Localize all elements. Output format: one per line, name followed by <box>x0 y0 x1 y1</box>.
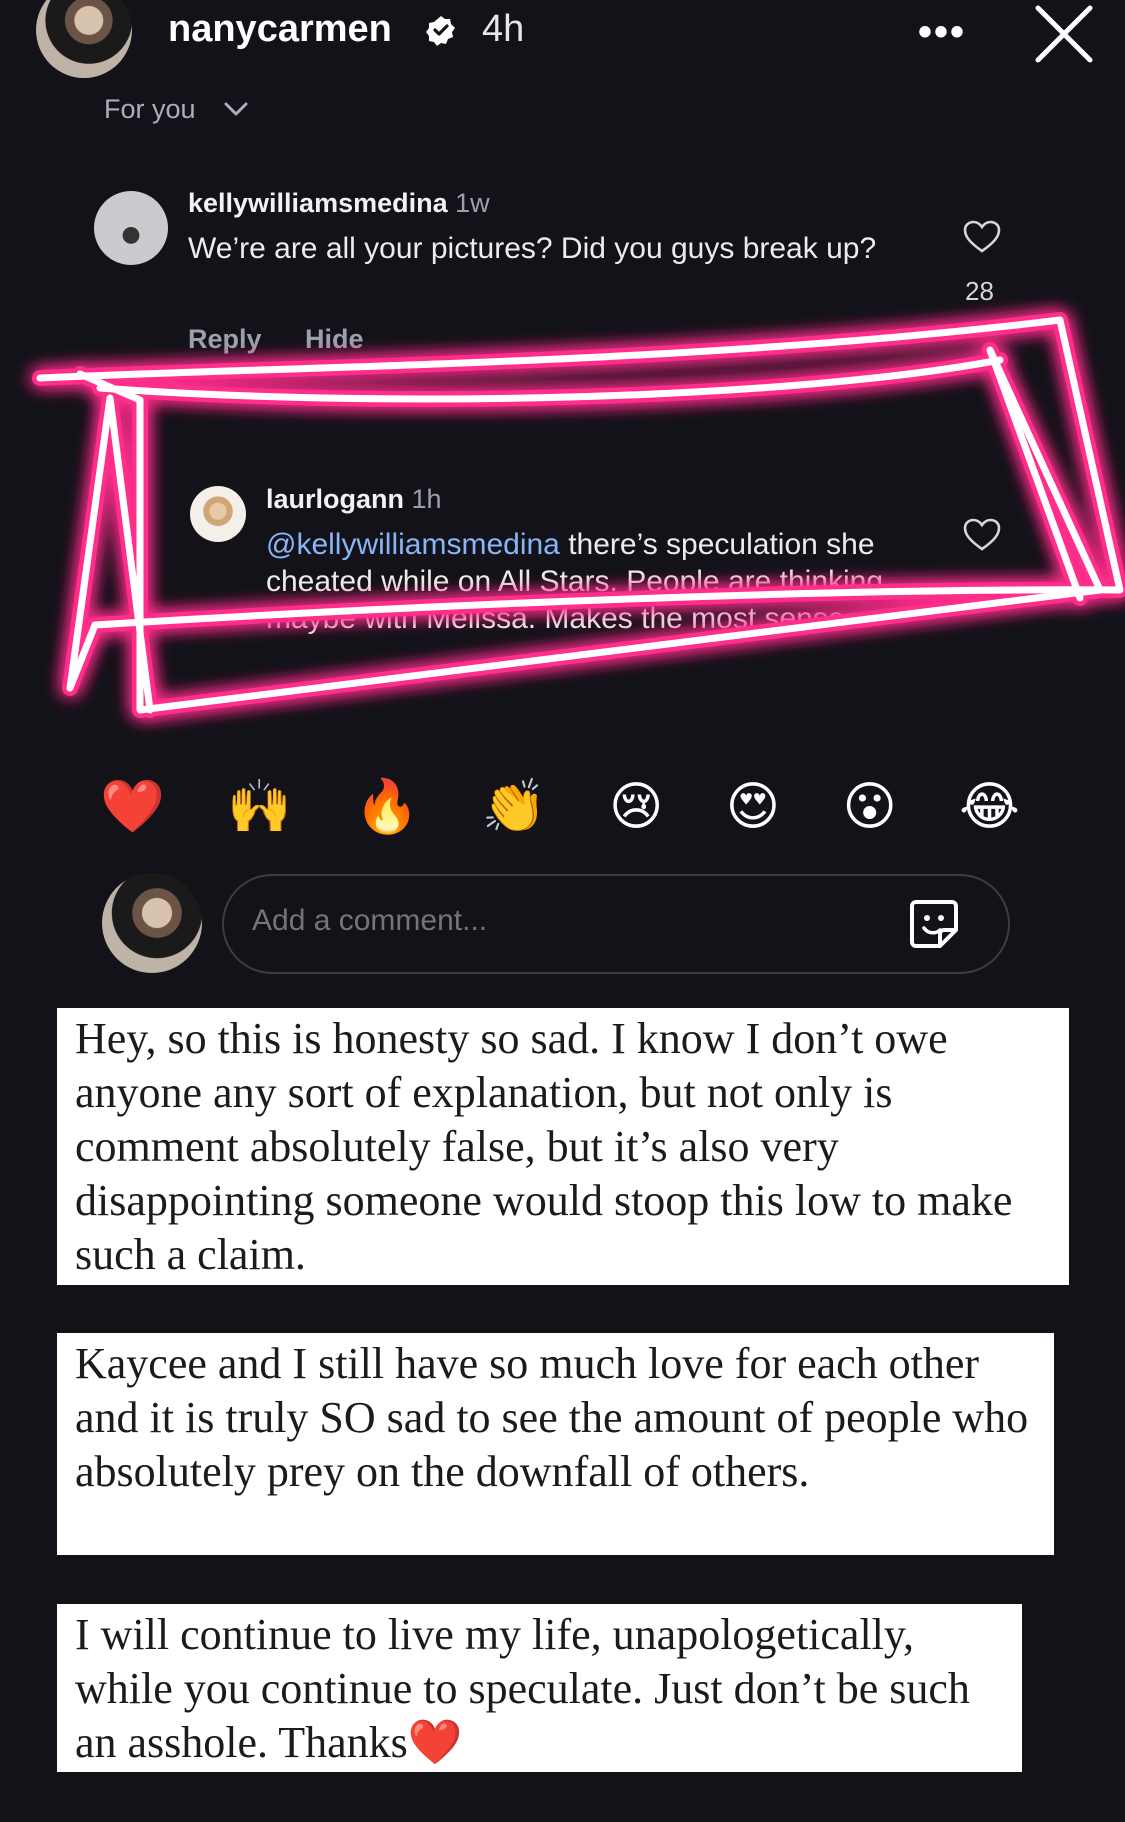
like-heart-icon[interactable] <box>963 220 1001 254</box>
comment-text: We’re are all your pictures? Did you guy… <box>188 232 877 265</box>
reaction-laughing[interactable]: 😂 <box>959 776 1020 838</box>
comment-filter-label[interactable]: For you <box>104 94 196 125</box>
comment-age: 1w <box>455 188 490 218</box>
reaction-crying[interactable]: 😢 <box>609 776 663 838</box>
reaction-heart[interactable]: ❤️ <box>100 776 165 838</box>
reaction-surprised[interactable]: 😮 <box>842 776 896 838</box>
story-text-card-2: Kaycee and I still have so much love for… <box>57 1333 1054 1555</box>
close-icon[interactable] <box>1032 2 1096 66</box>
quick-reactions-bar: ❤️ 🙌 🔥 👏 😢 😍 😮 😂 <box>100 776 1020 838</box>
reaction-fire[interactable]: 🔥 <box>355 776 420 838</box>
commenter-avatar[interactable] <box>94 191 168 265</box>
comment-username-text[interactable]: kellywilliamsmedina <box>188 188 448 218</box>
story-text-card-1: Hey, so this is honesty so sad. I know I… <box>57 1008 1069 1285</box>
story-time: 4h <box>482 8 525 50</box>
add-comment-input[interactable] <box>252 904 852 938</box>
reaction-heart-eyes[interactable]: 😍 <box>726 776 780 838</box>
story-username[interactable]: nanycarmen <box>168 8 392 51</box>
verified-badge-icon <box>426 16 455 46</box>
reaction-clap[interactable]: 👏 <box>482 776 547 838</box>
neon-highlight-scribble <box>32 312 1125 718</box>
reaction-raised-hands[interactable]: 🙌 <box>227 776 292 838</box>
sticker-icon[interactable] <box>906 896 962 952</box>
chevron-down-icon[interactable] <box>222 98 250 120</box>
more-options-button[interactable]: ••• <box>918 10 966 55</box>
my-avatar <box>102 873 202 973</box>
comment-username[interactable]: kellywilliamsmedina 1w <box>188 188 490 219</box>
story-text-card-3: I will continue to live my life, unapolo… <box>57 1604 1022 1772</box>
story-author-avatar[interactable] <box>36 0 132 78</box>
